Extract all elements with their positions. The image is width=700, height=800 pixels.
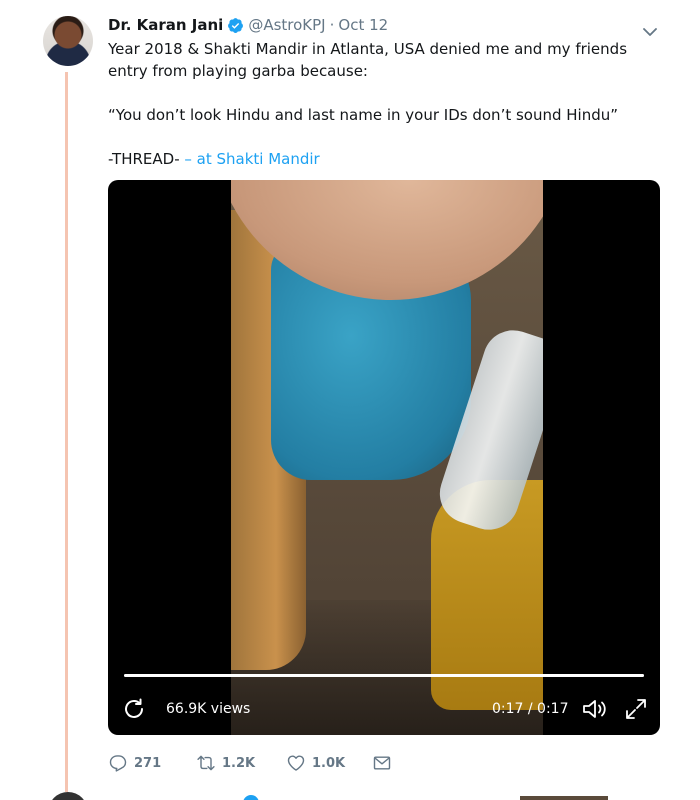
tweet-text: Year 2018 & Shakti Mandir in Atlanta, US… <box>108 38 668 170</box>
author-avatar[interactable] <box>43 16 93 66</box>
like-count: 1.0K <box>312 755 346 771</box>
like-icon <box>287 755 305 771</box>
reply-icon <box>109 755 127 772</box>
direct-message-icon <box>373 756 391 770</box>
retweet-count: 1.2K <box>222 755 256 771</box>
place-link[interactable]: – at Shakti Mandir <box>184 150 319 168</box>
header-separator: · <box>329 16 335 34</box>
thread-label: -THREAD- <box>108 150 180 168</box>
view-count: 66.9K views <box>166 701 251 717</box>
tweet-text-line: Year 2018 & Shakti Mandir in Atlanta, US… <box>108 40 628 80</box>
retweet-button[interactable]: 1.2K <box>196 753 286 773</box>
author-handle[interactable]: @AstroKPJ <box>248 16 325 34</box>
thread-connector-line <box>65 72 68 792</box>
replay-icon[interactable] <box>122 697 146 721</box>
fullscreen-icon[interactable] <box>624 697 648 721</box>
like-button[interactable]: 1.0K <box>286 753 372 773</box>
next-tweet-verified-icon <box>243 795 259 800</box>
tweet-menu-chevron-down-icon[interactable] <box>643 22 657 36</box>
video-frame[interactable] <box>231 180 543 735</box>
video-time: 0:17 / 0:17 <box>492 701 569 717</box>
video-progress-fill <box>124 674 644 677</box>
volume-icon[interactable] <box>581 697 609 721</box>
tweet-text-line: -THREAD- – at Shakti Mandir <box>108 148 668 170</box>
verified-badge-icon <box>227 17 244 34</box>
retweet-icon <box>197 755 215 771</box>
tweet-actions: 271 1.2K 1.0K <box>108 752 392 774</box>
video-player[interactable]: 66.9K views 0:17 / 0:17 <box>108 180 660 735</box>
reply-button[interactable]: 271 <box>108 753 196 773</box>
next-tweet-avatar[interactable] <box>48 792 88 800</box>
tweet-text-line: “You don’t look Hindu and last name in y… <box>108 106 619 124</box>
reply-count: 271 <box>134 755 162 771</box>
direct-message-button[interactable] <box>372 753 392 773</box>
video-progress-bar[interactable] <box>124 674 644 677</box>
next-tweet-media-thumbnail[interactable] <box>520 796 608 800</box>
tweet-header: Dr. Karan Jani @AstroKPJ · Oct 12 <box>108 14 388 36</box>
author-display-name[interactable]: Dr. Karan Jani <box>108 16 223 34</box>
tweet-date[interactable]: Oct 12 <box>338 16 388 34</box>
